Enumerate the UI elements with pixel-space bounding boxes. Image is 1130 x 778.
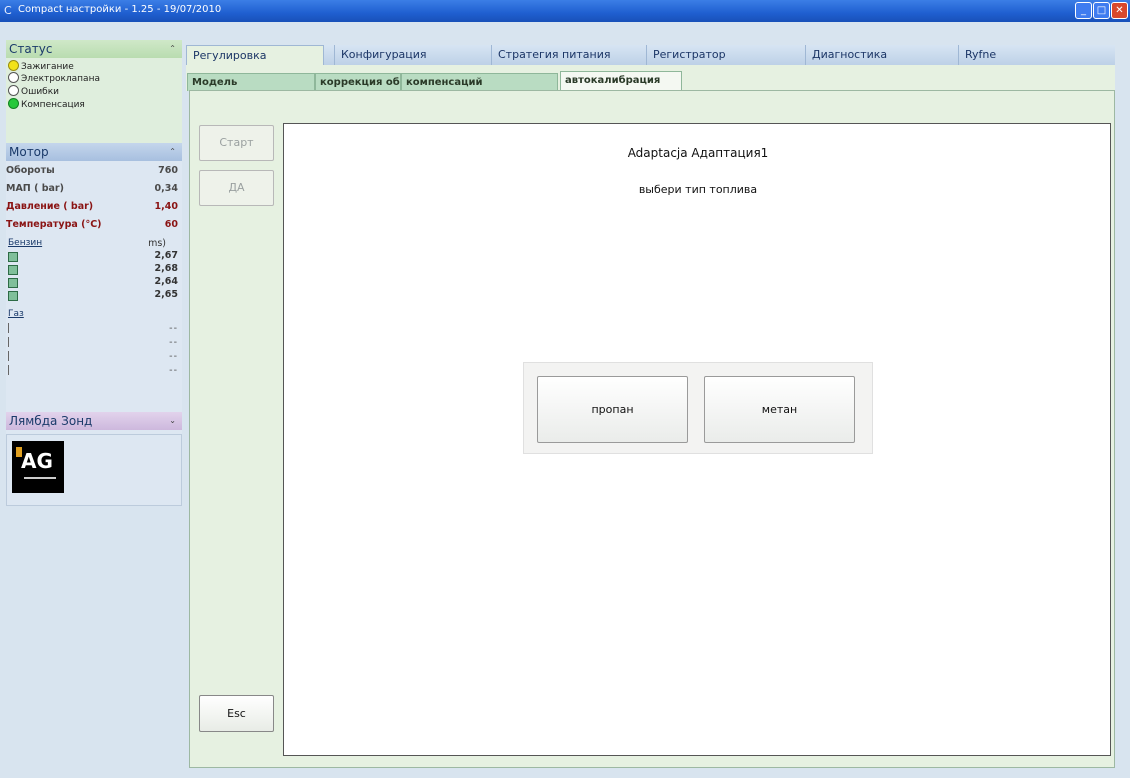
close-icon[interactable]: ✕: [1111, 2, 1128, 19]
status-header[interactable]: Статус ⌃: [6, 40, 182, 58]
methane-button[interactable]: метан: [704, 376, 855, 443]
sub-tabs: Модель коррекция оборотов компенсаций ав…: [186, 65, 1115, 91]
gas-label: Газ: [8, 309, 24, 319]
gas-injector-icon: [8, 337, 9, 347]
petrol-unit: ms): [148, 238, 166, 249]
status-item-errors: Ошибки: [8, 85, 59, 98]
led-icon: [8, 60, 19, 71]
subtab-rpm-correction[interactable]: коррекция оборотов: [315, 73, 401, 91]
esc-button[interactable]: Esc: [199, 695, 274, 732]
injector-icon: [8, 291, 18, 301]
motor-title: Мотор: [9, 145, 49, 159]
injector-icon: [8, 278, 18, 288]
gas-value: --: [169, 337, 178, 348]
gas-value: --: [169, 323, 178, 334]
lambda-title: Лямбда Зонд: [9, 414, 93, 428]
motor-panel: Обороты 760 МАП ( bar) 0,34 Давление ( bar…: [6, 161, 182, 446]
main-tabs: Регулировка Конфигурация Стратегия питан…: [186, 45, 1115, 65]
status-item-compensation: Компенсация: [8, 98, 85, 111]
gas-value: --: [169, 365, 178, 376]
motor-header[interactable]: Мотор ⌃: [6, 143, 182, 161]
fuel-choice-box: пропан метан: [523, 362, 873, 454]
gas-injector-icon: [8, 323, 9, 333]
petrol-value: 2,68: [154, 263, 178, 274]
collapse-icon[interactable]: ⌃: [169, 143, 176, 161]
tab-ryfne[interactable]: Ryfne: [958, 45, 1115, 65]
status-item-valves: Электроклапана: [8, 72, 100, 85]
injector-icon: [8, 265, 18, 275]
start-button[interactable]: Старт: [199, 125, 274, 161]
gas-value: --: [169, 351, 178, 362]
propane-button[interactable]: пропан: [537, 376, 688, 443]
calibration-panel: Adaptacja Адаптация1 выбери тип топлива …: [283, 123, 1111, 756]
maximize-icon[interactable]: □: [1093, 2, 1110, 19]
lambda-header[interactable]: Лямбда Зонд ⌄: [6, 412, 182, 430]
left-pane: Статус ⌃ Зажигание Электроклапана Ошибки…: [6, 40, 182, 772]
status-title: Статус: [9, 42, 53, 56]
logo-bar: [24, 477, 56, 479]
tab-diagnostics[interactable]: Диагностика: [805, 45, 953, 65]
led-icon: [8, 98, 19, 109]
subtab-model[interactable]: Модель: [187, 73, 315, 91]
petrol-label: Бензин: [8, 238, 43, 248]
tab-fuel-strategy[interactable]: Стратегия питания: [491, 45, 641, 65]
petrol-value: 2,65: [154, 289, 178, 300]
expand-icon[interactable]: ⌄: [169, 412, 176, 430]
title-bar: C Compact настройки - 1.25 - 19/07/2010 …: [0, 0, 1130, 22]
app-icon: C: [4, 4, 12, 17]
tab-recorder[interactable]: Регистратор: [646, 45, 798, 65]
subtab-compensation[interactable]: компенсаций: [401, 73, 558, 91]
tab-regulation[interactable]: Регулировка: [186, 45, 324, 65]
window-title: Compact настройки - 1.25 - 19/07/2010: [18, 4, 222, 15]
subtab-autocalibration[interactable]: автокалибрация: [560, 71, 682, 91]
minimize-icon[interactable]: _: [1075, 2, 1092, 19]
petrol-value: 2,64: [154, 276, 178, 287]
injector-icon: [8, 252, 18, 262]
logo-panel: AG: [6, 434, 182, 506]
yes-button[interactable]: ДА: [199, 170, 274, 206]
logo-text: AG: [21, 449, 53, 473]
gas-injector-icon: [8, 351, 9, 361]
led-icon: [8, 85, 19, 96]
petrol-value: 2,67: [154, 250, 178, 261]
led-icon: [8, 72, 19, 83]
panel-subtitle: выбери тип топлива: [638, 183, 758, 196]
tab-configuration[interactable]: Конфигурация: [334, 45, 481, 65]
collapse-icon[interactable]: ⌃: [169, 40, 176, 58]
gas-injector-icon: [8, 365, 9, 375]
ag-logo: AG: [12, 441, 64, 493]
panel-title: Adaptacja Адаптация1: [627, 146, 769, 160]
